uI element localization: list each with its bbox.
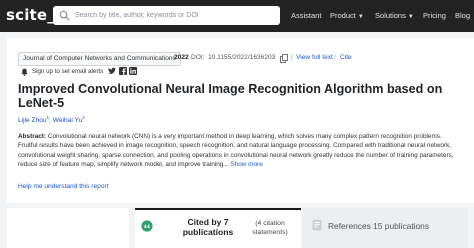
nav-product[interactable]: Product ▼ [330, 11, 364, 20]
nav-blog[interactable]: Blog [455, 11, 470, 20]
top-nav: scite_ Assistant Product▼ Solutions▼ Pri… [0, 0, 474, 32]
help-understand-link[interactable]: Help me understand this report [18, 183, 109, 190]
separator: | [291, 54, 293, 61]
journal-badge[interactable]: Journal of Computer Networks and Communi… [18, 52, 181, 66]
abstract: Abstract: Convolutional neural network (… [18, 132, 461, 170]
scite-logo[interactable]: scite_ [6, 6, 55, 24]
author-affiliation-sup: 2 [82, 115, 85, 120]
linkedin-icon[interactable] [129, 67, 137, 75]
nav-pricing[interactable]: Pricing [423, 11, 446, 20]
author-link[interactable]: Lijie Zhou [18, 117, 47, 124]
citation-statements-count: (4 citation statements) [252, 220, 288, 236]
paper-title: Improved Convolutional Neural Image Reco… [18, 82, 443, 110]
show-more-link[interactable]: Show more [230, 161, 262, 168]
citation-quote-icon [141, 220, 153, 232]
twitter-icon[interactable] [108, 67, 116, 75]
nav-solutions-label: Solutions [375, 11, 406, 20]
view-full-text-link[interactable]: View full text [296, 54, 333, 61]
search-box[interactable] [53, 6, 280, 25]
nav-solutions[interactable]: Solutions ▼ [375, 11, 414, 20]
document-icon [312, 219, 322, 231]
nav-product-label: Product [330, 11, 356, 20]
cited-by-label: Cited by 7 publications [182, 217, 234, 237]
cite-link[interactable]: Cite [340, 54, 352, 61]
tab-cited-by[interactable]: Cited by 7 publications (4 citation stat… [135, 208, 301, 248]
bell-icon[interactable] [21, 68, 28, 76]
copy-icon[interactable] [280, 54, 288, 63]
chevron-down-icon: ▼ [407, 14, 414, 20]
references-label: References 15 publications [328, 221, 430, 231]
tab-references[interactable]: References 15 publications [303, 208, 468, 248]
search-icon [59, 10, 70, 21]
doi-label: DOI: [191, 54, 205, 61]
side-panel [7, 208, 129, 248]
author-link[interactable]: Weihai Yu [53, 117, 82, 124]
chevron-down-icon: ▼ [357, 14, 364, 20]
nav-pricing-label: Pricing [423, 11, 446, 20]
doi-value[interactable]: 10.1155/2022/1636203 [208, 54, 275, 61]
separator: | [334, 54, 336, 61]
author-list: Lijie Zhou1, Weihai Yu2 [18, 115, 85, 125]
paper-card: Journal of Computer Networks and Communi… [7, 38, 474, 203]
email-alert-link[interactable]: Sign up to set email alerts [32, 68, 103, 75]
search-input[interactable] [75, 8, 275, 23]
nav-assistant-label: Assistant [291, 11, 322, 20]
nav-blog-label: Blog [455, 11, 471, 20]
nav-assistant[interactable]: Assistant [291, 11, 321, 20]
publication-year: 2022 [174, 54, 189, 61]
abstract-label: Abstract: [18, 133, 47, 140]
facebook-icon[interactable] [119, 67, 127, 75]
